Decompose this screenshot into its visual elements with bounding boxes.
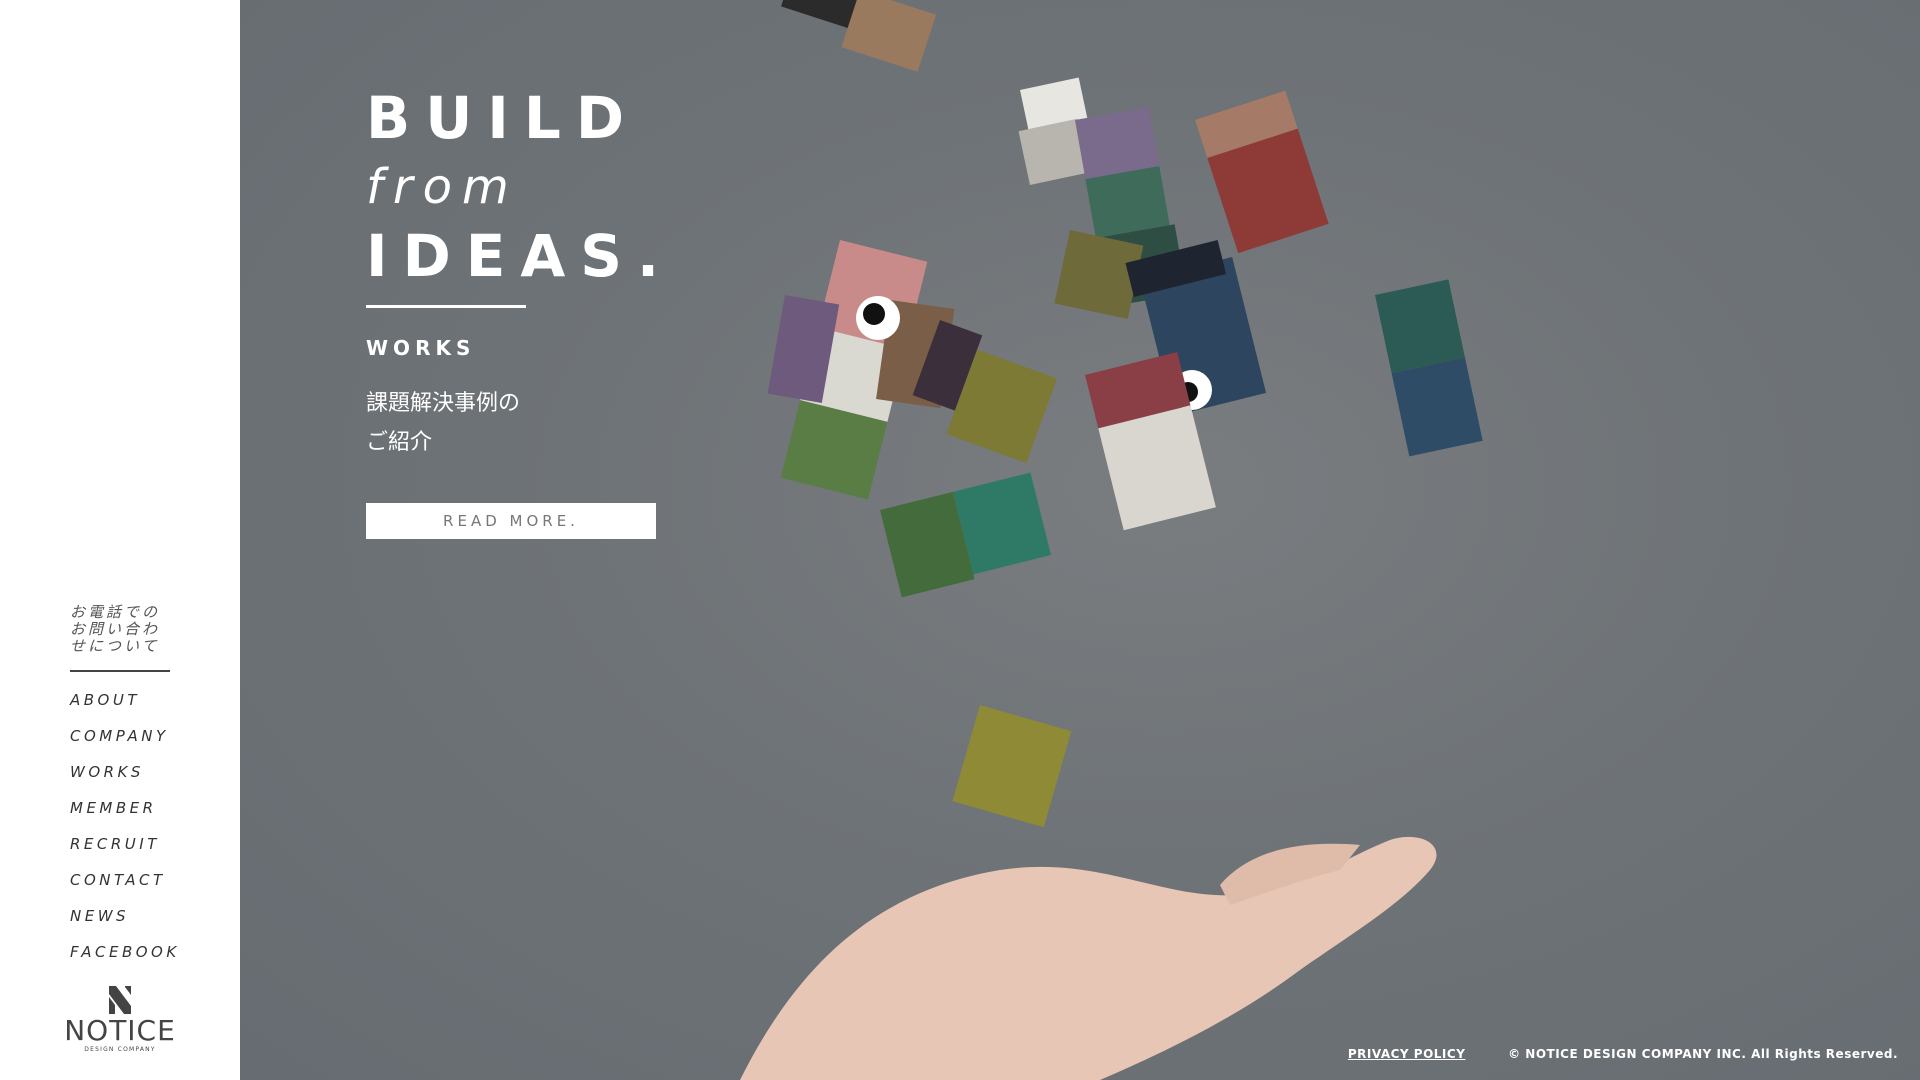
nav-item-facebook[interactable]: FACEBOOK xyxy=(70,942,180,978)
nav-item-works[interactable]: WORKS xyxy=(70,762,180,798)
hand xyxy=(740,836,1437,1080)
sidebar-divider xyxy=(70,670,170,672)
read-more-button[interactable]: READ MORE. xyxy=(366,503,656,539)
block xyxy=(880,472,1051,598)
block xyxy=(1195,90,1329,254)
headline-line-build: BUILD xyxy=(366,84,639,152)
logo-subtitle: DESIGN COMPANY xyxy=(84,1046,156,1053)
hero-divider xyxy=(366,305,526,308)
hero-headline: BUILD from IDEAS. xyxy=(366,82,674,292)
logo-mark-icon xyxy=(109,986,131,1014)
nav-item-recruit[interactable]: RECRUIT xyxy=(70,834,180,870)
nav-item-about[interactable]: ABOUT xyxy=(70,690,180,726)
sidebar: お電話での お問い合わ せについて ABOUT COMPANY WORKS ME… xyxy=(0,0,240,1080)
copyright-text: © NOTICE DESIGN COMPANY INC. All Rights … xyxy=(1508,1047,1898,1061)
nav-item-news[interactable]: NEWS xyxy=(70,906,180,942)
privacy-policy-link[interactable]: PRIVACY POLICY xyxy=(1348,1047,1466,1061)
main-nav: ABOUT COMPANY WORKS MEMBER RECRUIT CONTA… xyxy=(70,690,180,978)
hero: BUILD from IDEAS. WORKS 課題解決事例の ご紹介 READ… xyxy=(240,0,1920,1080)
block xyxy=(952,705,1072,828)
phone-inquiry-link[interactable]: お電話での お問い合わ せについて xyxy=(70,604,180,655)
block xyxy=(781,0,937,72)
footer: PRIVACY POLICY © NOTICE DESIGN COMPANY I… xyxy=(1348,1047,1898,1061)
section-description: 課題解決事例の ご紹介 xyxy=(366,391,521,455)
headline-line-from: from xyxy=(366,159,519,215)
company-logo[interactable]: NOTICE DESIGN COMPANY xyxy=(62,986,178,1054)
block xyxy=(1375,279,1483,457)
headline-line-ideas: IDEAS. xyxy=(366,222,675,290)
logo-name: NOTICE xyxy=(64,1014,176,1047)
nav-item-company[interactable]: COMPANY xyxy=(70,726,180,762)
nav-item-member[interactable]: MEMBER xyxy=(70,798,180,834)
section-label: WORKS xyxy=(366,336,476,360)
nav-item-contact[interactable]: CONTACT xyxy=(70,870,180,906)
